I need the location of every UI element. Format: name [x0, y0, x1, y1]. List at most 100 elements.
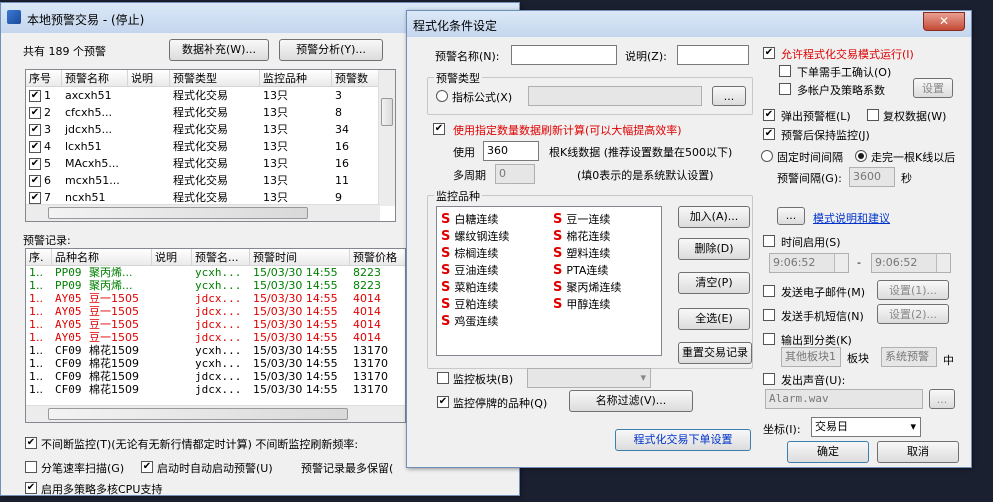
- monitor-halted-checkbox[interactable]: [437, 396, 449, 408]
- rcol-no[interactable]: 序.: [26, 249, 52, 266]
- email-checkbox[interactable]: [763, 285, 775, 297]
- cancel-button[interactable]: 取消: [877, 441, 959, 463]
- use-count-checkbox[interactable]: [433, 123, 445, 135]
- allow-auto-checkbox[interactable]: [763, 47, 775, 59]
- multi-period-input[interactable]: 0: [495, 164, 535, 184]
- ok-button[interactable]: 确定: [787, 441, 869, 463]
- col-desc[interactable]: 说明: [128, 70, 170, 87]
- fixed-interval-radio[interactable]: [761, 150, 773, 162]
- list-item[interactable]: S 聚丙烯连续: [553, 279, 621, 295]
- popup-checkbox[interactable]: [763, 109, 775, 121]
- row-checkbox[interactable]: [29, 141, 41, 153]
- desc-input[interactable]: [677, 45, 749, 65]
- rcol-name[interactable]: 品种名称: [52, 249, 152, 266]
- record-row[interactable]: 1.. CF09 棉花1509 ycxh... 15/03/30 14:55 13170: [26, 344, 405, 357]
- sms-settings-button[interactable]: 设置(2)...: [877, 304, 949, 324]
- list-item[interactable]: S 棕榈连续: [441, 245, 498, 261]
- continuous-monitor-checkbox[interactable]: [25, 437, 37, 449]
- list-item[interactable]: S 豆油连续: [441, 262, 498, 278]
- autostart-checkbox[interactable]: [141, 461, 153, 473]
- sound-checkbox[interactable]: [763, 373, 775, 385]
- list-item[interactable]: S 豆一连续: [553, 211, 610, 227]
- list-item[interactable]: S 菜粕连续: [441, 279, 498, 295]
- rcol-price[interactable]: 预警价格: [350, 249, 405, 266]
- email-settings-button[interactable]: 设置(1)...: [877, 280, 949, 300]
- time-to-input[interactable]: 9:06:52: [871, 253, 951, 273]
- manual-confirm-checkbox[interactable]: [779, 65, 791, 77]
- row-checkbox[interactable]: [29, 175, 41, 187]
- list-item[interactable]: S 鸡蛋连续: [441, 313, 498, 329]
- list-item[interactable]: S 白糖连续: [441, 211, 498, 227]
- rcol-time[interactable]: 预警时间: [250, 249, 350, 266]
- keep-monitor-checkbox[interactable]: [763, 128, 775, 140]
- time-enable-checkbox[interactable]: [763, 235, 775, 247]
- restore-checkbox[interactable]: [867, 109, 879, 121]
- record-row[interactable]: 1.. CF09 棉花1509 ycxh... 15/03/30 14:55 13170: [26, 357, 405, 370]
- name-filter-button[interactable]: 名称过滤(V)...: [569, 390, 693, 412]
- record-row[interactable]: 1.. PP09 聚丙烯... ycxh... 15/03/30 14:55 8223: [26, 266, 405, 279]
- time-from-input[interactable]: 9:06:52: [769, 253, 849, 273]
- col-instrument[interactable]: 监控品种: [260, 70, 332, 87]
- alert-hscroll-thumb[interactable]: [48, 207, 308, 219]
- row-checkbox[interactable]: [29, 124, 41, 136]
- sms-checkbox[interactable]: [763, 309, 775, 321]
- data-supplement-button[interactable]: 数据补充(W)...: [169, 39, 269, 61]
- col-count[interactable]: 预警数: [332, 70, 382, 87]
- instrument-list[interactable]: S 白糖连续 S 螺纹钢连续 S 棕榈连续 S 豆油连续 S 菜粕连续 S 豆粕连续 S 鸡蛋连续 S 豆一…: [436, 206, 662, 356]
- record-row[interactable]: 1.. AY05 豆一1505 jdcx... 15/03/30 14:55 4014: [26, 318, 405, 331]
- add-button[interactable]: 加入(A)...: [678, 206, 750, 228]
- records-hscroll-thumb[interactable]: [48, 408, 348, 420]
- output-category-checkbox[interactable]: [763, 333, 775, 345]
- table-row[interactable]: 6 mcxh51... 程式化交易 13只 11: [26, 172, 395, 189]
- row-checkbox[interactable]: [29, 90, 41, 102]
- account-settings-button[interactable]: 设置: [913, 78, 953, 98]
- table-row[interactable]: 1 axcxh51 程式化交易 13只 3: [26, 87, 395, 104]
- board-select[interactable]: ▾: [527, 368, 651, 388]
- per-kline-radio[interactable]: [855, 150, 867, 162]
- rcol-alert[interactable]: 预警名...: [192, 249, 250, 266]
- record-row[interactable]: 1.. PP09 聚丙烯... ycxh... 15/03/30 14:55 8223: [26, 279, 405, 292]
- table-row[interactable]: 5 MAcxh5... 程式化交易 13只 16: [26, 155, 395, 172]
- list-item[interactable]: S 塑料连续: [553, 245, 610, 261]
- category-input[interactable]: 其他板块1: [781, 347, 841, 367]
- alert-vscroll[interactable]: [378, 70, 395, 206]
- table-row[interactable]: 3 jdcxh5... 程式化交易 13只 34: [26, 121, 395, 138]
- monitor-board-checkbox[interactable]: [437, 372, 449, 384]
- interval-input[interactable]: 3600: [849, 167, 895, 187]
- col-no[interactable]: 序号: [26, 70, 62, 87]
- multi-account-checkbox[interactable]: [779, 83, 791, 95]
- alert-hscroll[interactable]: [26, 204, 380, 221]
- formula-radio[interactable]: [436, 90, 448, 102]
- list-item[interactable]: S 豆粕连续: [441, 296, 498, 312]
- record-row[interactable]: 1.. AY05 豆一1505 jdcx... 15/03/30 14:55 4014: [26, 305, 405, 318]
- col-name[interactable]: 预警名称: [62, 70, 128, 87]
- formula-browse-button[interactable]: ...: [712, 86, 746, 106]
- select-all-button[interactable]: 全选(E): [678, 308, 750, 330]
- list-item[interactable]: S 棉花连续: [553, 228, 610, 244]
- list-item[interactable]: S PTA连续: [553, 262, 608, 278]
- alert-analysis-button[interactable]: 预警分析(Y)...: [279, 39, 383, 61]
- kline-count-input[interactable]: 360: [483, 141, 539, 161]
- formula-input[interactable]: [528, 86, 702, 106]
- col-type[interactable]: 预警类型: [170, 70, 260, 87]
- reset-trades-button[interactable]: 重置交易记录: [678, 342, 752, 364]
- list-item[interactable]: S 甲醇连续: [553, 296, 610, 312]
- record-row[interactable]: 1.. CF09 棉花1509 jdcx... 15/03/30 14:55 13170: [26, 383, 405, 396]
- multicore-checkbox[interactable]: [25, 482, 37, 494]
- row-checkbox[interactable]: [29, 158, 41, 170]
- alert-name-input[interactable]: [511, 45, 617, 65]
- clear-button[interactable]: 清空(P): [678, 272, 750, 294]
- close-button[interactable]: ✕: [923, 12, 965, 31]
- order-settings-button[interactable]: 程式化交易下单设置: [615, 429, 751, 451]
- model-dots-button[interactable]: ...: [777, 207, 805, 225]
- board-input[interactable]: 系统预警: [881, 347, 937, 367]
- model-help-link[interactable]: 模式说明和建议: [813, 210, 890, 226]
- table-row[interactable]: 4 lcxh51 程式化交易 13只 16: [26, 138, 395, 155]
- record-row[interactable]: 1.. CF09 棉花1509 jdcx... 15/03/30 14:55 13170: [26, 370, 405, 383]
- record-row[interactable]: 1.. AY05 豆一1505 jdcx... 15/03/30 14:55 4014: [26, 292, 405, 305]
- record-row[interactable]: 1.. AY05 豆一1505 jdcx... 15/03/30 14:55 4014: [26, 331, 405, 344]
- list-item[interactable]: S 螺纹钢连续: [441, 228, 509, 244]
- tick-scan-checkbox[interactable]: [25, 461, 37, 473]
- coord-select[interactable]: 交易日 ▾: [811, 417, 921, 437]
- table-row[interactable]: 2 cfcxh5... 程式化交易 13只 8: [26, 104, 395, 121]
